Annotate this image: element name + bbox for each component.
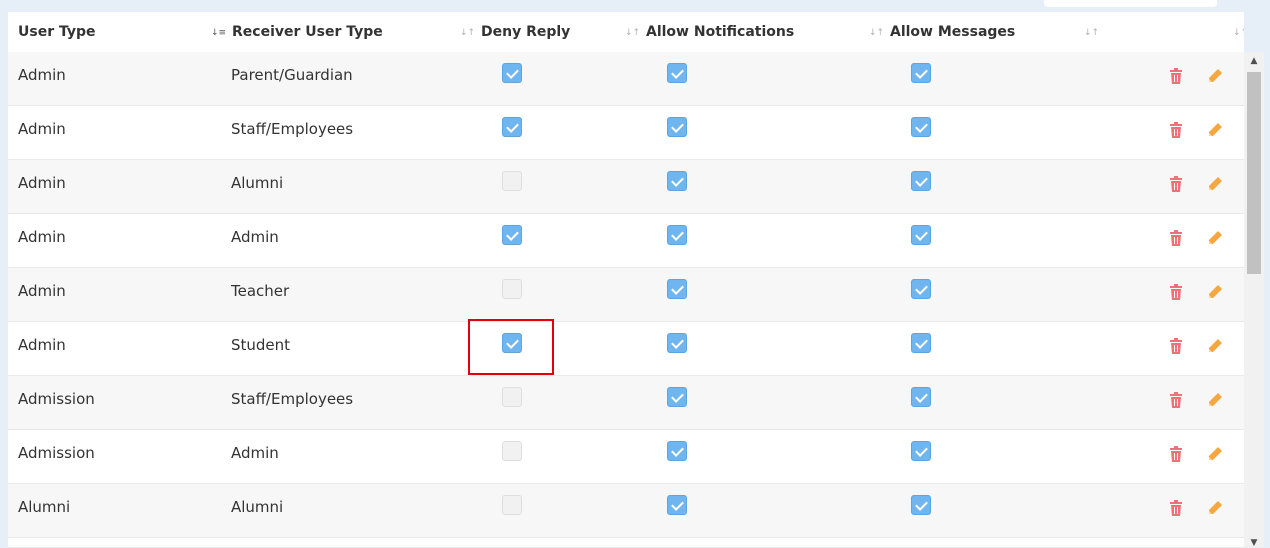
sort-icon[interactable]: ↓↑ — [1084, 28, 1099, 38]
table-body: Admin Parent/Guardian Admin Staff/Employees… — [8, 52, 1244, 538]
receiver-user-type-cell: Parent/Guardian — [231, 66, 353, 84]
pencil-icon[interactable] — [1207, 176, 1223, 194]
sort-ascending-icon[interactable]: ↓≡ — [211, 28, 226, 38]
user-type-cell: Admission — [18, 390, 95, 408]
allow-messages-checkbox[interactable] — [911, 441, 931, 461]
table-row: Admin Student — [8, 322, 1244, 376]
allow-messages-checkbox[interactable] — [911, 225, 931, 245]
trash-icon[interactable] — [1169, 446, 1185, 464]
table-row: Admin Staff/Employees — [8, 106, 1244, 160]
trash-icon[interactable] — [1169, 500, 1185, 518]
trash-icon[interactable] — [1169, 230, 1185, 248]
user-type-permissions-table: User Type ↓≡ Receiver User Type ↓↑ Deny … — [8, 12, 1244, 547]
user-type-cell: Admin — [18, 174, 66, 192]
user-type-cell: Admission — [18, 444, 95, 462]
receiver-user-type-cell: Staff/Employees — [231, 120, 354, 138]
allow-messages-checkbox[interactable] — [911, 495, 931, 515]
pencil-icon[interactable] — [1207, 338, 1223, 356]
allow-notifications-checkbox[interactable] — [667, 495, 687, 515]
deny-reply-checkbox[interactable] — [502, 279, 522, 299]
trash-icon[interactable] — [1169, 176, 1185, 194]
column-header-allow-messages[interactable]: Allow Messages — [890, 12, 1015, 52]
allow-notifications-checkbox[interactable] — [667, 63, 687, 83]
trash-icon[interactable] — [1169, 392, 1185, 410]
deny-reply-checkbox[interactable] — [502, 117, 522, 137]
allow-notifications-checkbox[interactable] — [667, 387, 687, 407]
deny-reply-checkbox[interactable] — [502, 63, 522, 83]
pencil-icon[interactable] — [1207, 392, 1223, 410]
allow-messages-checkbox[interactable] — [911, 279, 931, 299]
column-header-deny-reply[interactable]: Deny Reply — [481, 12, 570, 52]
allow-messages-checkbox[interactable] — [911, 117, 931, 137]
receiver-user-type-cell: Admin — [231, 228, 279, 246]
user-type-cell: Admin — [18, 282, 66, 300]
trash-icon[interactable] — [1169, 122, 1185, 140]
allow-notifications-checkbox[interactable] — [667, 279, 687, 299]
pencil-icon[interactable] — [1207, 230, 1223, 248]
table-row: Admin Teacher — [8, 268, 1244, 322]
receiver-user-type-cell: Alumni — [231, 174, 284, 192]
table-row: Admission Admin — [8, 430, 1244, 484]
deny-reply-checkbox[interactable] — [502, 387, 522, 407]
table-header: User Type ↓≡ Receiver User Type ↓↑ Deny … — [8, 12, 1244, 52]
allow-notifications-checkbox[interactable] — [667, 171, 687, 191]
table-row: Admin Alumni — [8, 160, 1244, 214]
user-type-cell: Admin — [18, 120, 66, 138]
sort-icon[interactable]: ↓↑ — [869, 28, 884, 38]
sort-icon[interactable]: ↓↑ — [625, 28, 640, 38]
column-header-allow-notifications[interactable]: Allow Notifications — [646, 12, 794, 52]
user-type-cell: Admin — [18, 336, 66, 354]
receiver-user-type-cell: Alumni — [231, 498, 284, 516]
allow-notifications-checkbox[interactable] — [667, 333, 687, 353]
receiver-user-type-cell: Student — [231, 336, 291, 354]
scrollbar-thumb[interactable] — [1247, 72, 1261, 274]
table-row: Admin Admin — [8, 214, 1244, 268]
search-box[interactable] — [1044, 0, 1217, 7]
table-row: Alumni Alumni — [8, 484, 1244, 538]
allow-messages-checkbox[interactable] — [911, 171, 931, 191]
trash-icon[interactable] — [1169, 338, 1185, 356]
pencil-icon[interactable] — [1207, 68, 1223, 86]
deny-reply-checkbox[interactable] — [502, 495, 522, 515]
allow-messages-checkbox[interactable] — [911, 387, 931, 407]
deny-reply-checkbox[interactable] — [502, 333, 522, 353]
allow-notifications-checkbox[interactable] — [667, 441, 687, 461]
trash-icon[interactable] — [1169, 68, 1185, 86]
vertical-scrollbar[interactable]: ▲ ▼ — [1244, 52, 1264, 548]
pencil-icon[interactable] — [1207, 122, 1223, 140]
deny-reply-checkbox[interactable] — [502, 171, 522, 191]
receiver-user-type-cell: Teacher — [231, 282, 290, 300]
receiver-user-type-cell: Admin — [231, 444, 279, 462]
trash-icon[interactable] — [1169, 284, 1185, 302]
sort-icon[interactable]: ↓↑ — [1233, 28, 1244, 38]
table-row: Admin Parent/Guardian — [8, 52, 1244, 106]
receiver-user-type-cell: Staff/Employees — [231, 390, 354, 408]
pencil-icon[interactable] — [1207, 500, 1223, 518]
deny-reply-checkbox[interactable] — [502, 441, 522, 461]
allow-messages-checkbox[interactable] — [911, 333, 931, 353]
pencil-icon[interactable] — [1207, 446, 1223, 464]
deny-reply-checkbox[interactable] — [502, 225, 522, 245]
scroll-up-icon[interactable]: ▲ — [1249, 56, 1259, 66]
user-type-cell: Alumni — [18, 498, 71, 516]
column-header-user-type[interactable]: User Type — [18, 12, 96, 52]
sort-icon[interactable]: ↓↑ — [460, 28, 475, 38]
user-type-cell: Admin — [18, 66, 66, 84]
allow-notifications-checkbox[interactable] — [667, 117, 687, 137]
user-type-cell: Admin — [18, 228, 66, 246]
table-row: Admission Staff/Employees — [8, 376, 1244, 430]
allow-notifications-checkbox[interactable] — [667, 225, 687, 245]
allow-messages-checkbox[interactable] — [911, 63, 931, 83]
pencil-icon[interactable] — [1207, 284, 1223, 302]
column-header-receiver-user-type[interactable]: Receiver User Type — [232, 12, 383, 52]
